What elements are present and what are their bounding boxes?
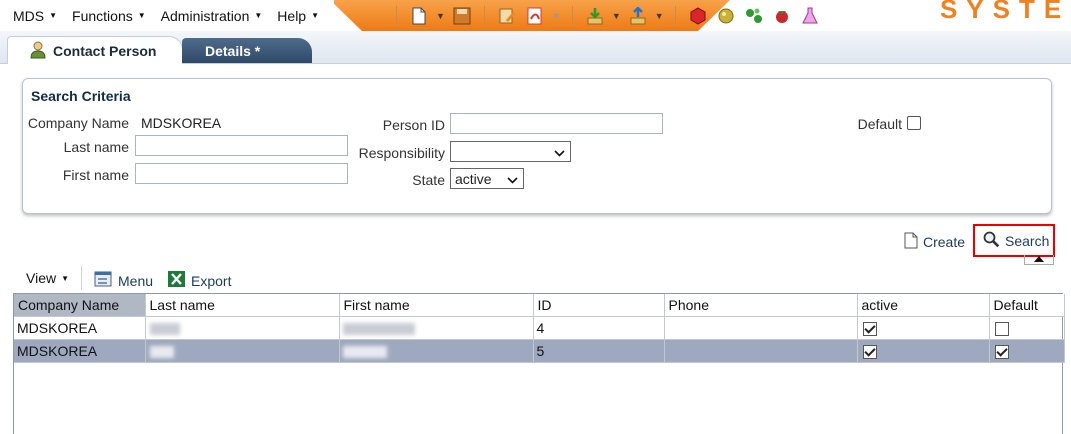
edit-icon[interactable] <box>498 7 516 25</box>
column-header-active[interactable]: active <box>857 294 990 317</box>
new-document-icon[interactable] <box>410 7 428 25</box>
person-icon <box>30 41 46 62</box>
column-header-default[interactable]: Default <box>989 294 1065 317</box>
gold-sphere-icon[interactable] <box>717 7 735 25</box>
state-selected-value: active <box>455 170 492 187</box>
company-name-value: MDSKOREA <box>141 115 222 131</box>
column-header-first-name[interactable]: First name <box>339 294 534 317</box>
cell-id: 4 <box>533 316 665 340</box>
table-row-selected[interactable]: MDSKOREA 5 <box>14 339 1065 363</box>
flask-icon[interactable] <box>801 7 819 25</box>
save-icon[interactable] <box>453 7 471 25</box>
cell-company: MDSKOREA <box>14 339 146 363</box>
brand-logo: SYSTEN <box>940 0 1071 24</box>
person-id-label: Person ID <box>382 117 445 133</box>
company-name-label: Company Name <box>27 115 129 131</box>
search-criteria-panel: Search Criteria Company Name MDSKOREA La… <box>22 78 1052 214</box>
active-checkbox[interactable] <box>862 344 877 359</box>
chevron-down-icon: ▼ <box>254 11 263 20</box>
menubar: MDS ▼ Functions ▼ Administration ▼ Help ▼ ▼ … <box>0 0 1071 31</box>
chevron-down-icon: ▼ <box>49 11 58 20</box>
menu-help[interactable]: Help ▼ <box>277 8 319 24</box>
magnifier-icon <box>983 231 1000 251</box>
chevron-down-icon[interactable]: ▼ <box>612 11 621 21</box>
last-name-label: Last name <box>63 139 129 155</box>
menu-mds[interactable]: MDS ▼ <box>13 8 57 24</box>
column-header-phone[interactable]: Phone <box>664 294 858 317</box>
create-button[interactable]: Create <box>904 232 965 252</box>
export-button[interactable]: Export <box>167 270 231 291</box>
tab-strip: Contact Person Details * <box>0 31 1071 65</box>
first-name-label: First name <box>62 167 129 183</box>
tab-contact-person[interactable]: Contact Person <box>7 36 183 65</box>
person-id-input[interactable] <box>450 113 663 134</box>
chevron-down-icon: ▼ <box>311 11 320 20</box>
results-table: Company Name Last name First name ID Pho… <box>14 294 1065 363</box>
default-row-checkbox[interactable] <box>994 344 1009 359</box>
chevron-down-icon <box>507 171 518 187</box>
column-header-company-name[interactable]: Company Name <box>14 294 146 317</box>
first-name-input[interactable] <box>135 163 348 184</box>
main-menu: MDS ▼ Functions ▼ Administration ▼ Help ▼ <box>0 0 335 31</box>
cell-last-name-redacted <box>145 339 340 363</box>
search-button[interactable]: Search <box>973 224 1055 257</box>
menu-administration[interactable]: Administration ▼ <box>161 8 263 24</box>
table-row[interactable]: MDSKOREA 4 <box>14 316 1065 340</box>
table-header-row: Company Name Last name First name ID Pho… <box>14 294 1065 317</box>
cell-default <box>989 316 1065 340</box>
cell-first-name-redacted <box>339 316 534 340</box>
excel-icon <box>167 270 186 291</box>
document-icon <box>904 232 918 252</box>
toolbar-separator <box>571 6 573 26</box>
cell-id: 5 <box>533 339 665 363</box>
toolbar-separator <box>396 6 397 26</box>
chevron-down-icon: ▼ <box>137 11 146 20</box>
chevron-down-icon[interactable]: ▼ <box>552 11 561 21</box>
triangle-up-icon <box>1034 255 1044 262</box>
toolbar-separator <box>483 6 485 26</box>
default-row-checkbox[interactable] <box>994 321 1009 336</box>
state-select[interactable]: active <box>450 168 524 189</box>
responsibility-select[interactable] <box>450 141 571 162</box>
default-checkbox[interactable] <box>907 116 921 130</box>
state-label: State <box>412 172 445 188</box>
toolbar-separator <box>674 6 676 26</box>
download-icon[interactable] <box>586 7 604 25</box>
cell-company: MDSKOREA <box>14 316 146 340</box>
red-cube-icon[interactable] <box>689 7 707 25</box>
cell-last-name-redacted <box>145 316 340 340</box>
chevron-down-icon <box>554 144 565 160</box>
main-toolbar: ▼ ▼ ▼ ▼ <box>388 3 824 29</box>
chevron-down-icon: ▼ <box>61 273 70 283</box>
chevron-down-icon[interactable]: ▼ <box>655 11 664 21</box>
chevron-down-icon[interactable]: ▼ <box>436 11 445 21</box>
cell-phone <box>664 316 858 340</box>
tab-details[interactable]: Details * <box>182 38 312 63</box>
red-berry-icon[interactable] <box>773 7 791 25</box>
active-checkbox[interactable] <box>862 321 877 336</box>
contact-person-grid: Company Name Last name First name ID Pho… <box>13 293 1065 434</box>
view-menu[interactable]: View ▼ <box>26 270 69 286</box>
cell-active <box>857 339 990 363</box>
menu-button[interactable]: Menu <box>94 270 153 291</box>
cell-active <box>857 316 990 340</box>
responsibility-label: Responsibility <box>358 145 445 161</box>
green-molecule-icon[interactable] <box>745 7 763 25</box>
default-label: Default <box>857 116 902 132</box>
collapse-toggle[interactable] <box>1024 255 1054 265</box>
menu-functions[interactable]: Functions ▼ <box>72 8 146 24</box>
cell-first-name-redacted <box>339 339 534 363</box>
last-name-input[interactable] <box>135 135 348 156</box>
cell-phone <box>664 339 858 363</box>
column-header-last-name[interactable]: Last name <box>145 294 340 317</box>
column-header-id[interactable]: ID <box>533 294 665 317</box>
menu-icon <box>94 270 113 291</box>
upload-icon[interactable] <box>629 7 647 25</box>
grid-toolbar-separator <box>81 266 82 290</box>
cell-default <box>989 339 1065 363</box>
pdf-icon[interactable] <box>526 7 544 25</box>
search-criteria-title: Search Criteria <box>31 88 131 104</box>
